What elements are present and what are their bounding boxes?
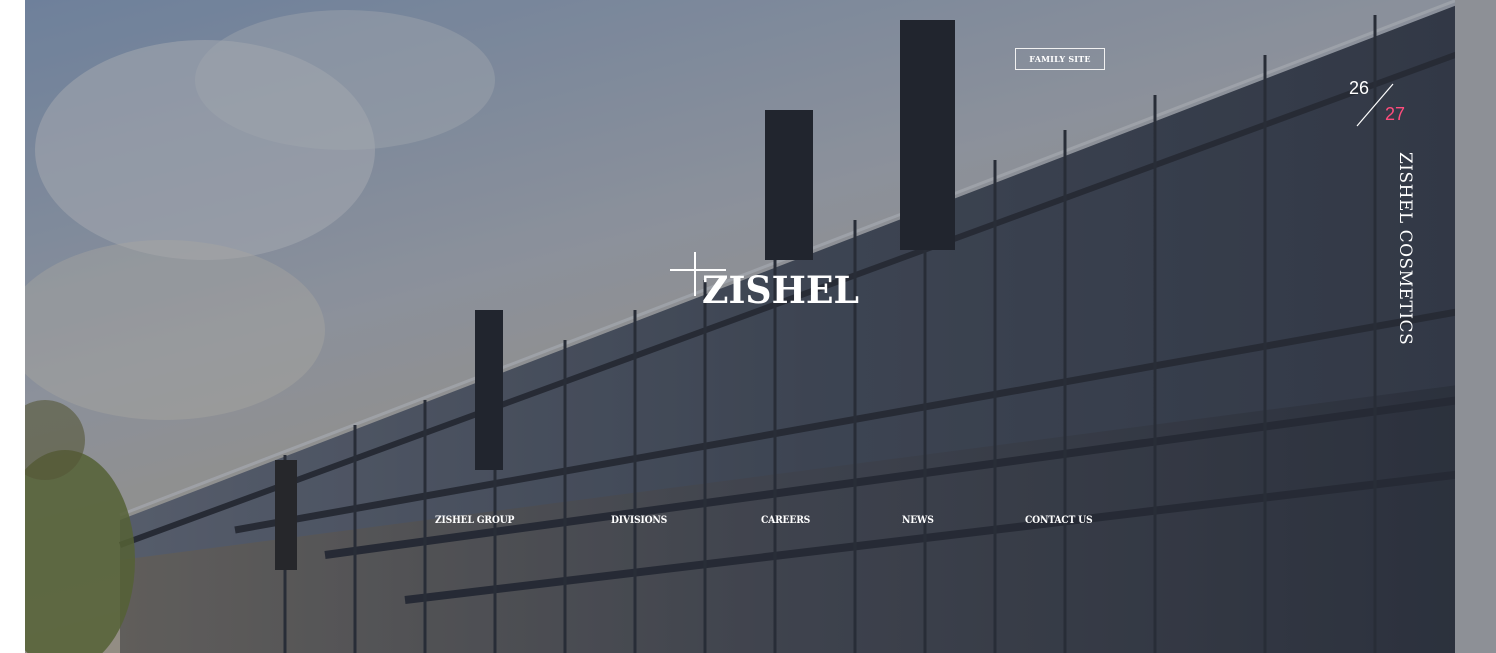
logo-wordmark: ZISHEL [702, 268, 860, 312]
pager-total: 27 [1385, 104, 1406, 124]
nav-item-contact-us[interactable]: CONTACT US [1025, 515, 1093, 526]
hero-banner: FAMILY SITE ZISHEL 26 27 ZISHEL COSMETIC… [25, 0, 1496, 653]
main-navigation: ZISHEL GROUP DIVISIONS CAREERS NEWS CONT… [25, 515, 1496, 535]
page: FAMILY SITE ZISHEL 26 27 ZISHEL COSMETIC… [0, 0, 1496, 653]
nav-item-careers[interactable]: CAREERS [761, 515, 810, 526]
slide-pager: 26 27 [1345, 74, 1425, 134]
side-brand-title: ZISHEL COSMETICS [1395, 152, 1415, 346]
nav-item-news[interactable]: NEWS [902, 515, 934, 526]
family-site-button[interactable]: FAMILY SITE [1015, 48, 1105, 70]
zishel-logo[interactable]: ZISHEL [670, 248, 870, 328]
logo-cross-vertical-line [694, 252, 696, 296]
nav-item-divisions[interactable]: DIVISIONS [611, 515, 667, 526]
page-left-margin [0, 0, 25, 653]
nav-item-zishel-group[interactable]: ZISHEL GROUP [435, 515, 514, 526]
